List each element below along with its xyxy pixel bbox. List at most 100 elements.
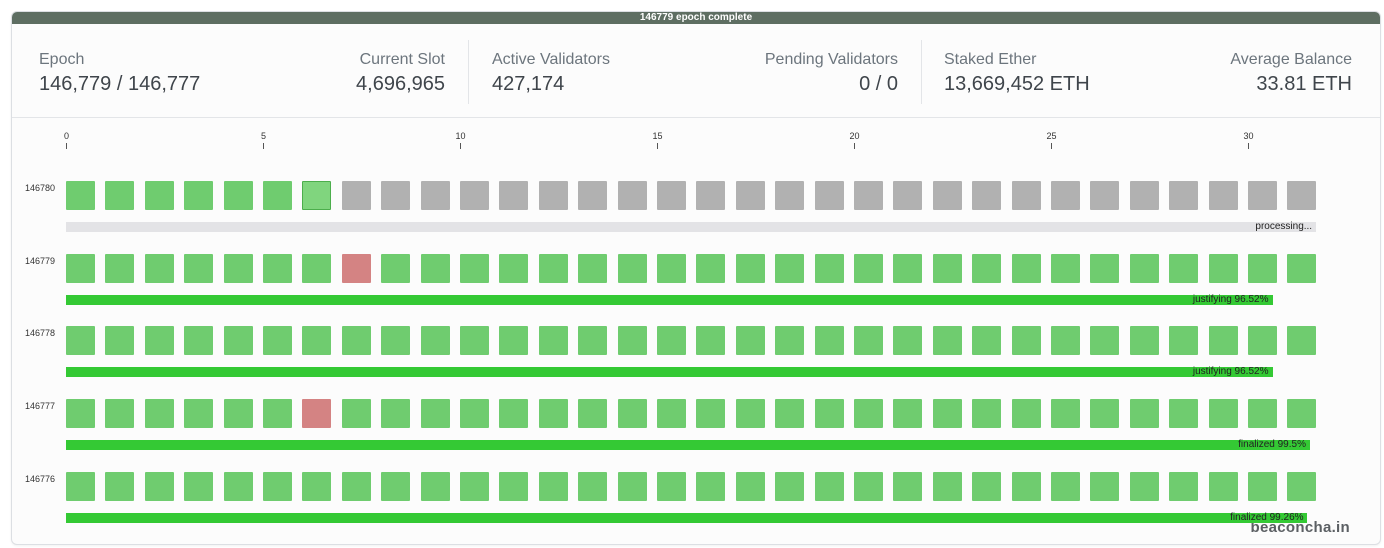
slot-square[interactable] xyxy=(302,472,332,501)
slot-square[interactable] xyxy=(144,181,174,210)
slot-square[interactable] xyxy=(263,472,292,501)
slot-square[interactable] xyxy=(932,254,962,283)
slot-square[interactable] xyxy=(854,181,883,210)
slot-square[interactable] xyxy=(105,326,135,355)
slot-square[interactable] xyxy=(538,254,568,283)
slot-square[interactable] xyxy=(66,181,95,210)
slot-square[interactable] xyxy=(381,254,411,283)
slot-square[interactable] xyxy=(184,399,214,428)
slot-square[interactable] xyxy=(538,326,568,355)
epoch-label[interactable]: 146779 xyxy=(25,256,55,266)
slot-square[interactable] xyxy=(420,472,450,501)
slot-square[interactable] xyxy=(302,399,332,428)
slot-square[interactable] xyxy=(1129,254,1159,283)
slot-square[interactable] xyxy=(223,326,253,355)
slot-square[interactable] xyxy=(696,254,726,283)
slot-square[interactable] xyxy=(499,254,529,283)
slot-square[interactable] xyxy=(1208,399,1238,428)
slot-square[interactable] xyxy=(972,181,1002,210)
slot-square[interactable] xyxy=(1248,181,1277,210)
slot-square[interactable] xyxy=(1208,181,1238,210)
slot-square[interactable] xyxy=(657,399,686,428)
slot-square[interactable] xyxy=(538,399,568,428)
slot-square[interactable] xyxy=(814,472,844,501)
slot-square[interactable] xyxy=(1169,326,1199,355)
slot-square[interactable] xyxy=(538,472,568,501)
slot-square[interactable] xyxy=(972,254,1002,283)
slot-square[interactable] xyxy=(854,472,883,501)
slot-square[interactable] xyxy=(223,254,253,283)
slot-square[interactable] xyxy=(1169,254,1199,283)
slot-square[interactable] xyxy=(144,254,174,283)
slot-square[interactable] xyxy=(460,399,489,428)
epoch-label[interactable]: 146777 xyxy=(25,401,55,411)
slot-square[interactable] xyxy=(1011,472,1041,501)
slot-square[interactable] xyxy=(893,181,923,210)
slot-square[interactable] xyxy=(1287,181,1317,210)
slot-square[interactable] xyxy=(814,326,844,355)
slot-square[interactable] xyxy=(263,181,292,210)
slot-square[interactable] xyxy=(1129,472,1159,501)
slot-square[interactable] xyxy=(302,181,332,210)
slot-square[interactable] xyxy=(1248,399,1277,428)
slot-square[interactable] xyxy=(302,254,332,283)
slot-square[interactable] xyxy=(932,472,962,501)
slot-square[interactable] xyxy=(617,326,647,355)
slot-square[interactable] xyxy=(735,472,765,501)
slot-square[interactable] xyxy=(1248,326,1277,355)
slot-square[interactable] xyxy=(578,399,608,428)
slot-square[interactable] xyxy=(972,399,1002,428)
slot-square[interactable] xyxy=(893,472,923,501)
slot-square[interactable] xyxy=(854,399,883,428)
slot-square[interactable] xyxy=(420,254,450,283)
slot-square[interactable] xyxy=(1248,254,1277,283)
slot-square[interactable] xyxy=(302,326,332,355)
slot-square[interactable] xyxy=(144,326,174,355)
slot-square[interactable] xyxy=(1011,254,1041,283)
epoch-label[interactable]: 146776 xyxy=(25,474,55,484)
slot-square[interactable] xyxy=(1208,326,1238,355)
slot-square[interactable] xyxy=(460,254,489,283)
slot-square[interactable] xyxy=(696,472,726,501)
slot-square[interactable] xyxy=(735,326,765,355)
slot-square[interactable] xyxy=(1208,254,1238,283)
slot-square[interactable] xyxy=(263,254,292,283)
slot-square[interactable] xyxy=(66,254,95,283)
slot-square[interactable] xyxy=(932,326,962,355)
slot-square[interactable] xyxy=(1208,472,1238,501)
slot-square[interactable] xyxy=(223,472,253,501)
slot-square[interactable] xyxy=(893,254,923,283)
slot-square[interactable] xyxy=(1248,472,1277,501)
slot-square[interactable] xyxy=(341,399,371,428)
slot-square[interactable] xyxy=(223,181,253,210)
slot-square[interactable] xyxy=(617,399,647,428)
slot-square[interactable] xyxy=(538,181,568,210)
slot-square[interactable] xyxy=(1169,472,1199,501)
slot-square[interactable] xyxy=(1129,326,1159,355)
slot-square[interactable] xyxy=(499,399,529,428)
slot-square[interactable] xyxy=(1051,254,1080,283)
slot-square[interactable] xyxy=(775,472,805,501)
slot-square[interactable] xyxy=(460,472,489,501)
slot-square[interactable] xyxy=(381,326,411,355)
slot-square[interactable] xyxy=(814,254,844,283)
slot-square[interactable] xyxy=(184,181,214,210)
slot-square[interactable] xyxy=(775,399,805,428)
slot-square[interactable] xyxy=(420,326,450,355)
slot-square[interactable] xyxy=(105,472,135,501)
slot-square[interactable] xyxy=(854,254,883,283)
slot-square[interactable] xyxy=(893,399,923,428)
epoch-label[interactable]: 146780 xyxy=(25,183,55,193)
slot-square[interactable] xyxy=(1090,472,1120,501)
slot-square[interactable] xyxy=(381,472,411,501)
slot-square[interactable] xyxy=(105,254,135,283)
slot-square[interactable] xyxy=(1051,472,1080,501)
slot-square[interactable] xyxy=(578,472,608,501)
slot-square[interactable] xyxy=(775,181,805,210)
slot-square[interactable] xyxy=(578,326,608,355)
slot-square[interactable] xyxy=(184,326,214,355)
slot-square[interactable] xyxy=(1129,181,1159,210)
slot-square[interactable] xyxy=(735,399,765,428)
slot-square[interactable] xyxy=(105,399,135,428)
slot-square[interactable] xyxy=(1090,181,1120,210)
